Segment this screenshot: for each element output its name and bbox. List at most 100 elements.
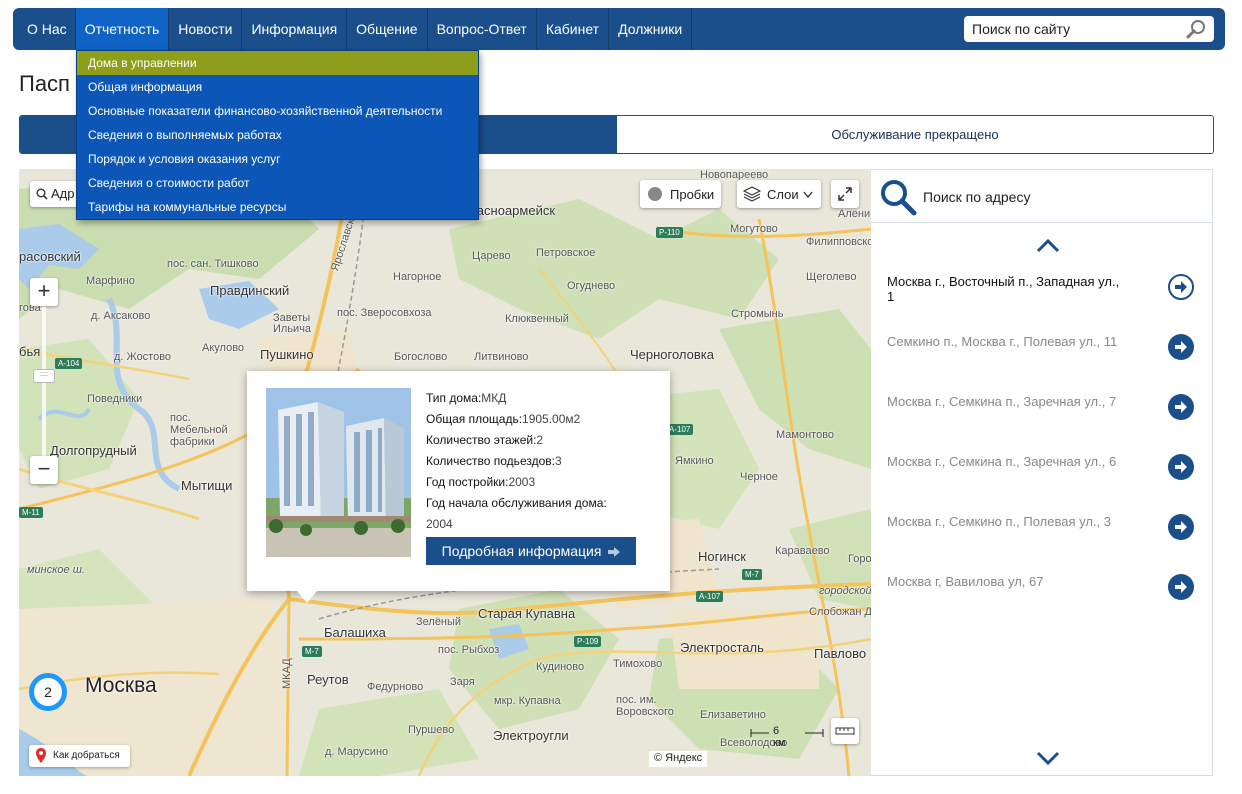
zoom-out-button[interactable]: − bbox=[30, 456, 58, 484]
arrow-right-icon bbox=[608, 547, 621, 558]
road-shield: Р-109 bbox=[574, 636, 602, 647]
map-label-moscow: Москва bbox=[85, 674, 157, 697]
ruler-icon bbox=[835, 727, 855, 735]
nav-item-reports[interactable]: Отчетность bbox=[75, 8, 170, 50]
ruler-button[interactable] bbox=[831, 718, 859, 744]
map-label: Долгопрудный bbox=[50, 443, 137, 458]
go-to-address-button[interactable] bbox=[1168, 514, 1194, 540]
info-value: 2 bbox=[536, 433, 544, 447]
map-cluster-marker[interactable]: 2 bbox=[29, 673, 67, 711]
map-label: пос. Мебельной фабрики bbox=[170, 412, 228, 448]
map-label: Кудиново bbox=[536, 661, 585, 673]
map-label: Литвиново bbox=[474, 351, 529, 363]
address-item[interactable]: Семкино п., Москва г., Полевая ул., 11 bbox=[887, 334, 1127, 349]
menu-item-managed-houses[interactable]: Дома в управлении bbox=[77, 51, 478, 75]
go-to-address-button[interactable] bbox=[1168, 274, 1194, 300]
site-search bbox=[964, 16, 1214, 42]
arrow-right-icon bbox=[1175, 461, 1187, 473]
map-label: Реутов bbox=[307, 672, 349, 687]
map-label: Богослово bbox=[394, 351, 448, 363]
tab-service-stopped[interactable]: Обслуживание прекращено bbox=[617, 116, 1213, 153]
search-icon[interactable] bbox=[1186, 19, 1208, 39]
menu-item-utility-tariffs[interactable]: Тарифы на коммунальные ресурсы bbox=[77, 195, 478, 219]
map-label: Караваево bbox=[775, 545, 830, 557]
address-item[interactable]: Москва г., Семкина п., Заречная ул., 7 bbox=[887, 394, 1127, 409]
fullscreen-button[interactable] bbox=[831, 180, 859, 208]
map-label: Царево bbox=[472, 250, 511, 262]
map-label: минское ш. bbox=[27, 564, 85, 576]
nav-item-cabinet[interactable]: Кабинет bbox=[537, 8, 610, 50]
road-shield: А-104 bbox=[55, 358, 83, 369]
yandex-map[interactable]: Красноармейск Новопареево Могутово Алени… bbox=[19, 169, 871, 776]
road-shield: М-7 bbox=[302, 646, 322, 657]
building-illustration bbox=[266, 388, 411, 557]
address-item[interactable]: Москва г., Семкино п., Полевая ул., 3 bbox=[887, 514, 1127, 529]
layers-button[interactable]: Слои bbox=[737, 180, 821, 208]
map-label: пос. Зверосовхоза bbox=[337, 307, 432, 319]
map-label: пос. сан. Тишково bbox=[167, 258, 259, 270]
go-to-address-button[interactable] bbox=[1168, 334, 1194, 360]
map-label: Щеголево bbox=[806, 271, 857, 283]
nav-item-news[interactable]: Новости bbox=[169, 8, 243, 50]
scroll-down-icon[interactable] bbox=[1035, 750, 1061, 766]
map-label: Черноголовка bbox=[630, 347, 715, 362]
nav-item-communication[interactable]: Общение bbox=[347, 8, 428, 50]
address-item[interactable]: Москва г, Вавилова ул, 67 bbox=[887, 574, 1127, 589]
arrow-right-icon bbox=[1175, 341, 1187, 353]
road-shield: А-107 bbox=[666, 424, 694, 435]
map-label: Стромынь bbox=[731, 308, 784, 320]
info-value-service-year: 2004 bbox=[426, 514, 656, 535]
traffic-button[interactable]: Пробки bbox=[640, 180, 721, 208]
nav-item-information[interactable]: Информация bbox=[242, 8, 348, 50]
address-item[interactable]: Москва г., Семкина п., Заречная ул., 6 bbox=[887, 454, 1127, 469]
map-label: Мытищи bbox=[181, 478, 233, 493]
nav-item-about[interactable]: О Нас bbox=[13, 8, 76, 50]
map-search-control[interactable]: Адр bbox=[30, 181, 80, 207]
traffic-label: Пробки bbox=[670, 187, 715, 202]
more-info-button[interactable]: Подробная информация bbox=[426, 537, 636, 565]
menu-item-works-cost[interactable]: Сведения о стоимости работ bbox=[77, 171, 478, 195]
nav-item-debtors[interactable]: Должники bbox=[609, 8, 693, 50]
zoom-in-button[interactable]: + bbox=[30, 278, 58, 306]
nav-items: О Нас Отчетность Новости Информация Обще… bbox=[13, 8, 693, 50]
map-label: Пуршево bbox=[408, 724, 455, 736]
arrow-right-icon bbox=[1175, 281, 1187, 293]
get-directions-button[interactable]: Как добраться bbox=[29, 745, 130, 767]
map-label: Павлово bbox=[814, 646, 867, 661]
info-row-floors: Количество этажей:2 bbox=[426, 430, 656, 451]
menu-item-financial-indicators[interactable]: Основные показатели финансово-хозяйствен… bbox=[77, 99, 478, 123]
address-item[interactable]: Москва г., Восточный п., Западная ул., 1 bbox=[887, 274, 1127, 304]
info-label: Общая площадь: bbox=[426, 412, 523, 426]
arrow-right-icon bbox=[1175, 401, 1187, 413]
map-label: Акулово bbox=[202, 342, 245, 354]
nav-item-faq[interactable]: Вопрос-Ответ bbox=[428, 8, 537, 50]
map-search-input[interactable]: Адр bbox=[51, 186, 75, 201]
map-copyright[interactable]: © Яндекс bbox=[649, 751, 708, 767]
info-value: 1905.00м2 bbox=[522, 412, 581, 426]
site-search-input[interactable] bbox=[964, 16, 1174, 42]
map-pin-icon bbox=[36, 748, 46, 763]
go-to-address-button[interactable] bbox=[1168, 574, 1194, 600]
go-to-address-button[interactable] bbox=[1168, 394, 1194, 420]
zoom-slider-handle[interactable]: :::: bbox=[33, 369, 55, 383]
menu-item-service-terms[interactable]: Порядок и условия оказания услуг bbox=[77, 147, 478, 171]
info-label: Количество этажей: bbox=[426, 433, 537, 447]
map-label: Елизаветино bbox=[700, 709, 766, 721]
map-label: д. Марусино bbox=[325, 746, 389, 758]
map-label: бья bbox=[19, 344, 41, 359]
scroll-up-icon[interactable] bbox=[1035, 238, 1061, 254]
map-label: Марфино bbox=[86, 275, 135, 287]
zoom-slider-track[interactable] bbox=[42, 307, 46, 463]
info-row-total-area: Общая площадь:1905.00м2 bbox=[426, 409, 656, 430]
page-title: Пасп bbox=[19, 71, 70, 96]
map-label: Федурново bbox=[367, 681, 424, 693]
menu-item-works-info[interactable]: Сведения о выполняемых работах bbox=[77, 123, 478, 147]
panel-title: Поиск по адресу bbox=[923, 189, 1031, 205]
info-label: Количество подьездов: bbox=[426, 454, 555, 468]
menu-item-general-info[interactable]: Общая информация bbox=[77, 75, 478, 99]
map-label: Балашиха bbox=[324, 625, 386, 640]
map-label: Поведники bbox=[87, 393, 143, 405]
go-to-address-button[interactable] bbox=[1168, 454, 1194, 480]
map-label: Зелёный bbox=[416, 616, 462, 628]
map-label: Могутово bbox=[730, 223, 778, 235]
